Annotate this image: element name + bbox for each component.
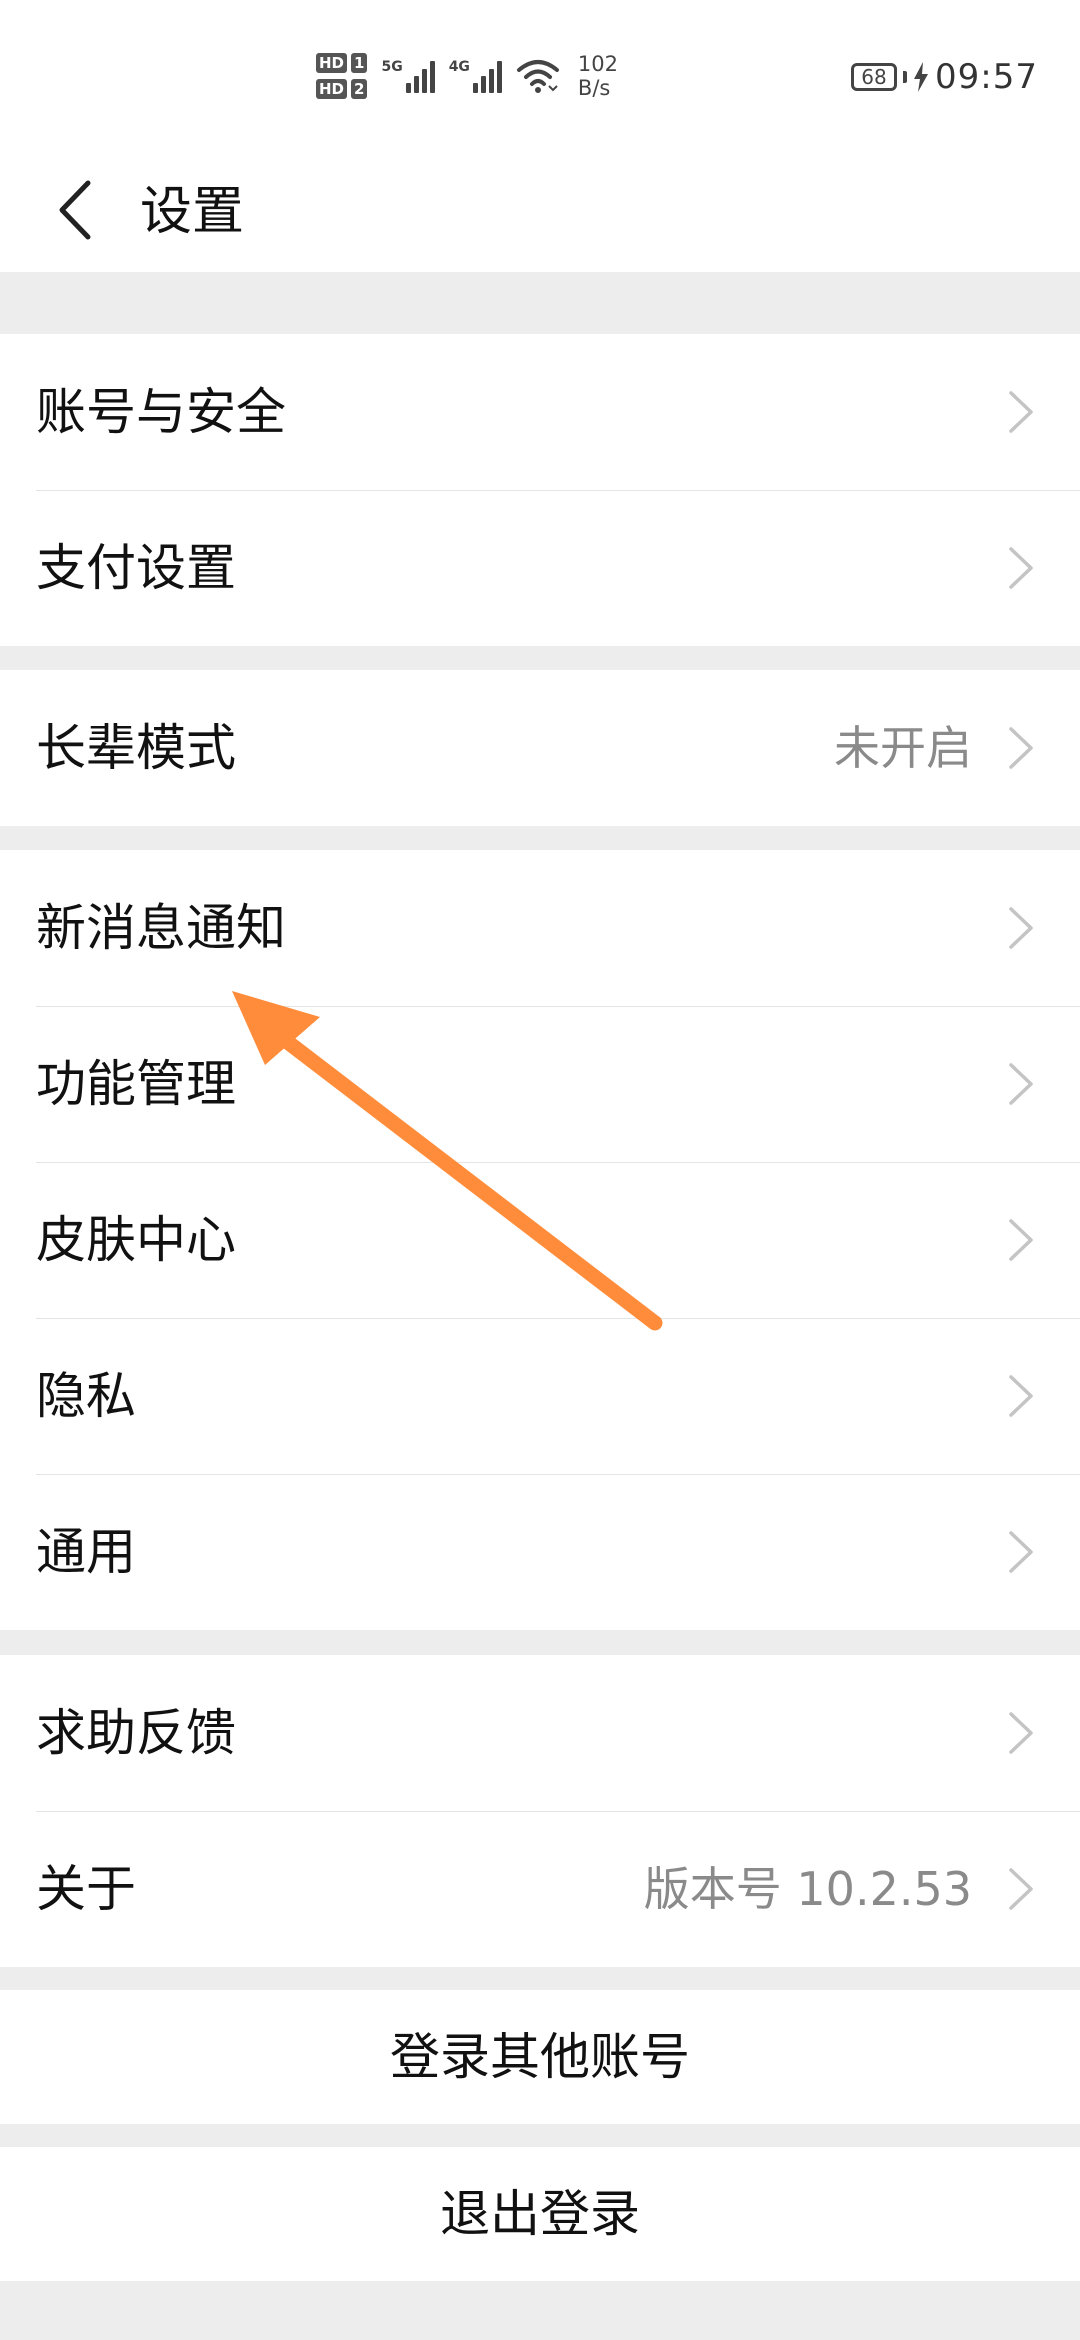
settings-group-account: 账号与安全 支付设置 — [0, 334, 1080, 646]
settings-item-label: 隐私 — [36, 1367, 136, 1425]
switch-account-button[interactable]: 登录其他账号 — [0, 1990, 1080, 2124]
battery-tip — [903, 71, 908, 83]
settings-group-elder: 长辈模式 未开启 — [0, 670, 1080, 826]
hd-sim-number: 1 — [351, 53, 368, 73]
settings-item-about[interactable]: 关于 版本号 10.2.53 — [0, 1811, 1080, 1967]
network-speed: 102 B/s — [578, 52, 618, 100]
settings-item-elder-mode[interactable]: 长辈模式 未开启 — [0, 670, 1080, 826]
settings-item-payment[interactable]: 支付设置 — [0, 490, 1080, 646]
logout-button[interactable]: 退出登录 — [0, 2147, 1080, 2281]
chevron-right-icon — [1009, 391, 1033, 433]
battery-icon: 68 — [851, 63, 898, 91]
signal-bars-icon — [472, 59, 502, 93]
chevron-right-icon — [1009, 1531, 1033, 1573]
network-speed-unit: B/s — [577, 76, 611, 100]
settings-item-help-feedback[interactable]: 求助反馈 — [0, 1655, 1080, 1811]
chevron-right-icon — [1009, 1219, 1033, 1261]
hd-label: HD — [316, 79, 348, 99]
network-type-label: 5G — [381, 59, 403, 75]
chevron-left-icon — [59, 180, 91, 240]
settings-item-general[interactable]: 通用 — [0, 1474, 1080, 1630]
wifi-icon — [516, 60, 559, 93]
hd-indicator-2: HD 2 — [316, 79, 368, 99]
status-left-group: HD 1 HD 2 5G 4G 102 B/s — [316, 46, 618, 106]
hd-indicator-1: HD 1 — [316, 53, 368, 73]
settings-item-label: 功能管理 — [36, 1055, 236, 1113]
settings-item-value: 未开启 — [834, 721, 972, 775]
nav-bar: 设置 — [0, 150, 1080, 272]
settings-item-privacy[interactable]: 隐私 — [0, 1318, 1080, 1474]
page-title: 设置 — [140, 182, 245, 242]
settings-item-account-security[interactable]: 账号与安全 — [0, 334, 1080, 490]
network-speed-value: 102 — [577, 52, 619, 76]
charging-bolt-icon — [914, 62, 929, 92]
chevron-right-icon — [1009, 727, 1033, 769]
settings-item-label: 支付设置 — [36, 539, 236, 597]
settings-group-help: 求助反馈 关于 版本号 10.2.53 — [0, 1655, 1080, 1967]
hd-sim-number: 2 — [351, 79, 368, 99]
signal-sim2: 4G — [449, 59, 502, 93]
status-right-group: 68 09:57 — [851, 52, 1038, 102]
network-type-label: 4G — [448, 59, 470, 75]
settings-item-notifications[interactable]: 新消息通知 — [0, 850, 1080, 1006]
settings-item-label: 新消息通知 — [36, 899, 286, 957]
chevron-right-icon — [1009, 1868, 1033, 1910]
status-bar: HD 1 HD 2 5G 4G 102 B/s 68 09:57 — [0, 0, 1080, 150]
battery-level: 68 — [861, 65, 887, 89]
chevron-right-icon — [1009, 547, 1033, 589]
chevron-right-icon — [1009, 1375, 1033, 1417]
back-button[interactable] — [44, 170, 104, 250]
settings-item-value: 版本号 10.2.53 — [643, 1862, 972, 1916]
settings-item-features[interactable]: 功能管理 — [0, 1006, 1080, 1162]
hd-indicators: HD 1 HD 2 — [316, 53, 368, 99]
settings-item-label: 关于 — [36, 1860, 136, 1918]
settings-item-label: 长辈模式 — [36, 719, 236, 777]
settings-item-label: 通用 — [36, 1523, 136, 1581]
chevron-right-icon — [1009, 1063, 1033, 1105]
clock: 09:57 — [935, 57, 1038, 97]
settings-item-label: 皮肤中心 — [36, 1211, 236, 1269]
chevron-right-icon — [1009, 907, 1033, 949]
settings-item-label: 账号与安全 — [36, 383, 286, 441]
signal-bars-icon — [405, 59, 435, 93]
signal-sim1: 5G — [381, 59, 435, 93]
chevron-right-icon — [1009, 1712, 1033, 1754]
settings-item-label: 求助反馈 — [36, 1704, 236, 1762]
settings-item-skin-center[interactable]: 皮肤中心 — [0, 1162, 1080, 1318]
settings-group-general: 新消息通知 功能管理 皮肤中心 隐私 通用 — [0, 850, 1080, 1630]
hd-label: HD — [316, 53, 348, 73]
